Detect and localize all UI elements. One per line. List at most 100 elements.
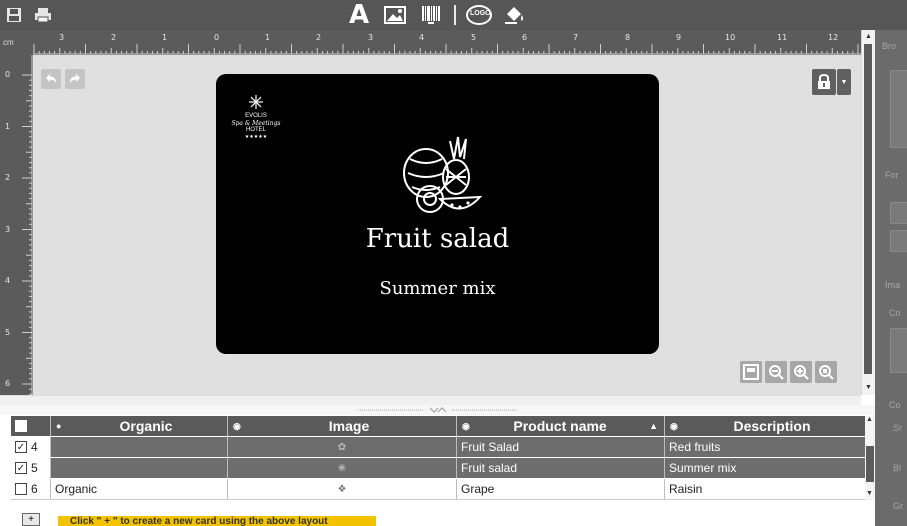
vertical-ruler: 0 1 2 3 4 5 6: [0, 55, 33, 395]
panel-label: Ima: [885, 280, 901, 290]
zoom-in-icon[interactable]: [790, 361, 812, 383]
hotel-logo-tagline: Spa & Meetings: [231, 120, 281, 127]
save-icon[interactable]: [4, 3, 24, 27]
ruler-label: 6: [522, 33, 528, 42]
panel-label: For: [885, 170, 899, 180]
scroll-down-icon[interactable]: ▼: [863, 382, 874, 393]
text-tool-icon[interactable]: A: [345, 0, 373, 30]
ruler-label: 6: [5, 379, 11, 388]
description-cell[interactable]: Red fruits: [665, 437, 865, 457]
eye-icon[interactable]: ◉: [457, 421, 471, 432]
row-checkbox[interactable]: ✓: [15, 462, 27, 474]
scroll-thumb[interactable]: [864, 44, 872, 374]
ruler-label: 8: [625, 33, 631, 42]
panel-format-button[interactable]: [890, 230, 907, 252]
scroll-down-icon[interactable]: ▼: [866, 490, 873, 497]
panel-label: Gr: [893, 501, 903, 511]
add-card-button[interactable]: +: [22, 513, 40, 526]
table-row[interactable]: ✓ 5 ❀ Fruit salad Summer mix: [11, 458, 865, 479]
ruler-unit: cm: [0, 30, 33, 55]
ruler-label: 2: [5, 173, 11, 182]
organic-cell[interactable]: Organic: [51, 479, 228, 499]
image-cell[interactable]: ❀: [228, 458, 457, 478]
toolbar-separator: [454, 5, 456, 25]
scroll-up-icon[interactable]: ▲: [866, 416, 873, 423]
card-title[interactable]: Fruit salad: [216, 224, 659, 254]
lock-icon[interactable]: [812, 69, 836, 95]
ruler-label: 4: [5, 276, 11, 285]
ruler-label: 1: [265, 33, 271, 42]
lock-dropdown-chevron-icon[interactable]: ▼: [837, 69, 851, 95]
table-row[interactable]: 6 Organic ❖ Grape Raisin: [11, 479, 865, 500]
canvas-vertical-scrollbar[interactable]: ▲ ▼: [861, 30, 875, 395]
product-name-cell[interactable]: Grape: [457, 479, 665, 499]
ruler-label: 5: [5, 328, 11, 337]
canvas-horizontal-scrollbar[interactable]: [0, 395, 861, 405]
scroll-up-icon[interactable]: ▲: [863, 31, 874, 42]
properties-panel: Bro For Ima Co Co Sr Bl Gr: [875, 30, 907, 526]
row-number: 6: [31, 482, 38, 496]
panel-preview-box[interactable]: [890, 70, 907, 148]
row-number: 5: [31, 461, 38, 475]
panel-label: Co: [889, 308, 901, 318]
scroll-thumb[interactable]: [866, 446, 874, 482]
ruler-label: 10: [725, 33, 736, 42]
product-name-cell[interactable]: Fruit Salad: [457, 437, 665, 457]
panel-image-box[interactable]: [890, 328, 907, 373]
ruler-label: 0: [214, 33, 220, 42]
panel-splitter[interactable]: [0, 405, 875, 415]
organic-cell[interactable]: [51, 458, 228, 478]
product-name-cell[interactable]: Fruit salad: [457, 458, 665, 478]
eye-slash-icon[interactable]: ●: [51, 421, 65, 431]
row-select-cell: 6: [11, 479, 51, 499]
row-checkbox[interactable]: [15, 483, 27, 495]
panel-label: Bro: [882, 41, 897, 51]
zoom-reset-icon[interactable]: [815, 361, 837, 383]
table-vertical-scrollbar[interactable]: ▲ ▼: [865, 416, 875, 500]
image-cell[interactable]: ❖: [228, 479, 457, 499]
color-fill-tool-icon[interactable]: [502, 3, 528, 27]
hint-tooltip: Click " + " to create a new card using t…: [58, 516, 376, 526]
panel-label: Co: [889, 400, 901, 410]
select-all-checkbox[interactable]: [15, 420, 27, 432]
main-toolbar: A LOGO: [0, 0, 907, 30]
column-header-organic[interactable]: ● Organic: [51, 416, 228, 436]
column-header-description[interactable]: ◉ Description: [665, 416, 865, 436]
raspberry-thumbnail-icon: ✿: [337, 441, 347, 453]
ruler-label: 5: [471, 33, 477, 42]
column-header-product-name[interactable]: ◉ Product name ▲: [457, 416, 665, 436]
column-header-image[interactable]: ◉ Image: [228, 416, 457, 436]
ruler-label: 4: [419, 33, 425, 42]
image-cell[interactable]: ✿: [228, 437, 457, 457]
snowflake-icon: [249, 95, 263, 109]
image-tool-icon[interactable]: [382, 3, 408, 27]
barcode-tool-icon[interactable]: [418, 3, 444, 27]
design-canvas[interactable]: EVOLIS Spa & Meetings HOTEL ★★★★★ Fruit …: [33, 55, 861, 395]
table-row[interactable]: ✓ 4 ✿ Fruit Salad Red fruits: [11, 437, 865, 458]
logo-tool-icon[interactable]: LOGO: [465, 3, 493, 27]
ruler-label: 0: [5, 70, 11, 79]
hotel-logo[interactable]: EVOLIS Spa & Meetings HOTEL ★★★★★: [226, 94, 286, 140]
ruler-label: 1: [162, 33, 168, 42]
zoom-out-icon[interactable]: [765, 361, 787, 383]
select-all-cell[interactable]: [11, 416, 51, 436]
card-preview[interactable]: EVOLIS Spa & Meetings HOTEL ★★★★★ Fruit …: [216, 74, 659, 354]
print-icon[interactable]: [32, 3, 54, 27]
redo-icon[interactable]: [65, 69, 85, 89]
row-checkbox[interactable]: ✓: [15, 441, 27, 453]
eye-icon[interactable]: ◉: [665, 421, 679, 432]
undo-icon[interactable]: [41, 69, 61, 89]
hotel-logo-brand: EVOLIS: [245, 113, 267, 119]
fruit-illustration-icon[interactable]: [394, 129, 486, 221]
fit-page-icon[interactable]: [740, 361, 762, 383]
card-subtitle[interactable]: Summer mix: [216, 278, 659, 299]
sort-ascending-icon[interactable]: ▲: [649, 421, 664, 431]
organic-cell[interactable]: [51, 437, 228, 457]
row-number: 4: [31, 440, 38, 454]
eye-icon[interactable]: ◉: [228, 421, 242, 432]
description-cell[interactable]: Summer mix: [665, 458, 865, 478]
panel-format-button[interactable]: [890, 202, 907, 224]
ruler-label: 3: [59, 33, 65, 42]
ruler-label: 7: [573, 33, 579, 42]
description-cell[interactable]: Raisin: [665, 479, 865, 499]
